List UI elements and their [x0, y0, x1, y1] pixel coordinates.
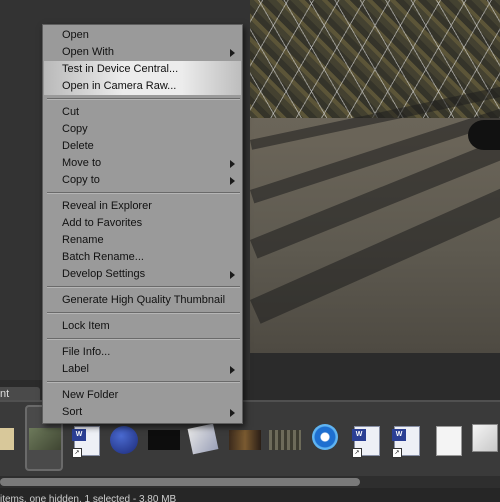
scrollbar-thumb[interactable] — [0, 478, 360, 486]
menu-item-new-folder[interactable]: New Folder — [44, 387, 241, 404]
menu-item-move-to[interactable]: Move to — [44, 155, 241, 172]
menu-item-lock-item[interactable]: Lock Item — [44, 318, 241, 335]
menu-separator — [47, 381, 240, 383]
menu-item-cut[interactable]: Cut — [44, 104, 241, 121]
menu-item-generate-hq-thumbnail[interactable]: Generate High Quality Thumbnail — [44, 292, 241, 309]
internet-explorer-icon[interactable] — [312, 424, 338, 450]
menu-separator — [47, 286, 240, 288]
menu-item-open-in-camera-raw[interactable]: Open in Camera Raw... — [44, 78, 241, 95]
word-doc-icon[interactable]: W ↗ — [352, 426, 380, 458]
menu-item-sort[interactable]: Sort — [44, 404, 241, 421]
content-tab[interactable]: nt — [0, 387, 40, 401]
preview-shadow — [250, 127, 500, 259]
status-bar: items, one hidden, 1 selected - 3.80 MB — [0, 488, 500, 502]
menu-item-rename[interactable]: Rename — [44, 232, 241, 249]
menu-item-file-info[interactable]: File Info... — [44, 344, 241, 361]
file-thumbnail[interactable] — [269, 430, 301, 450]
menu-separator — [47, 98, 240, 100]
submenu-arrow-icon — [230, 409, 235, 417]
menu-separator — [47, 312, 240, 314]
menu-item-copy-to[interactable]: Copy to — [44, 172, 241, 189]
menu-item-open[interactable]: Open — [44, 27, 241, 44]
eclipse-icon[interactable] — [110, 426, 138, 454]
file-thumbnail[interactable] — [0, 428, 14, 450]
status-text: items, one hidden, 1 selected - 3.80 MB — [0, 494, 177, 502]
word-doc-icon[interactable]: W ↗ — [392, 426, 420, 458]
menu-item-delete[interactable]: Delete — [44, 138, 241, 155]
submenu-arrow-icon — [230, 271, 235, 279]
file-thumbnail[interactable] — [148, 430, 180, 450]
preview-object — [468, 120, 500, 150]
menu-item-test-in-device-central[interactable]: Test in Device Central... — [44, 61, 241, 78]
notepad-icon[interactable] — [472, 424, 498, 452]
preview-image — [250, 0, 500, 353]
submenu-arrow-icon — [230, 366, 235, 374]
content-tab-label: nt — [0, 388, 10, 400]
word-doc-icon[interactable]: W ↗ — [72, 426, 100, 458]
submenu-arrow-icon — [230, 49, 235, 57]
menu-item-copy[interactable]: Copy — [44, 121, 241, 138]
context-menu: Open Open With Test in Device Central...… — [42, 24, 243, 424]
menu-item-open-with[interactable]: Open With — [44, 44, 241, 61]
menu-item-add-to-favorites[interactable]: Add to Favorites — [44, 215, 241, 232]
submenu-arrow-icon — [230, 160, 235, 168]
file-thumbnail-selected[interactable] — [29, 428, 61, 450]
text-doc-icon[interactable] — [436, 426, 462, 456]
menu-item-batch-rename[interactable]: Batch Rename... — [44, 249, 241, 266]
menu-item-label[interactable]: Label — [44, 361, 241, 378]
menu-separator — [47, 192, 240, 194]
menu-item-reveal-in-explorer[interactable]: Reveal in Explorer — [44, 198, 241, 215]
document-set-icon[interactable] — [187, 423, 219, 455]
submenu-arrow-icon — [230, 177, 235, 185]
menu-item-develop-settings[interactable]: Develop Settings — [44, 266, 241, 283]
menu-separator — [47, 338, 240, 340]
file-thumbnail[interactable] — [229, 430, 261, 450]
